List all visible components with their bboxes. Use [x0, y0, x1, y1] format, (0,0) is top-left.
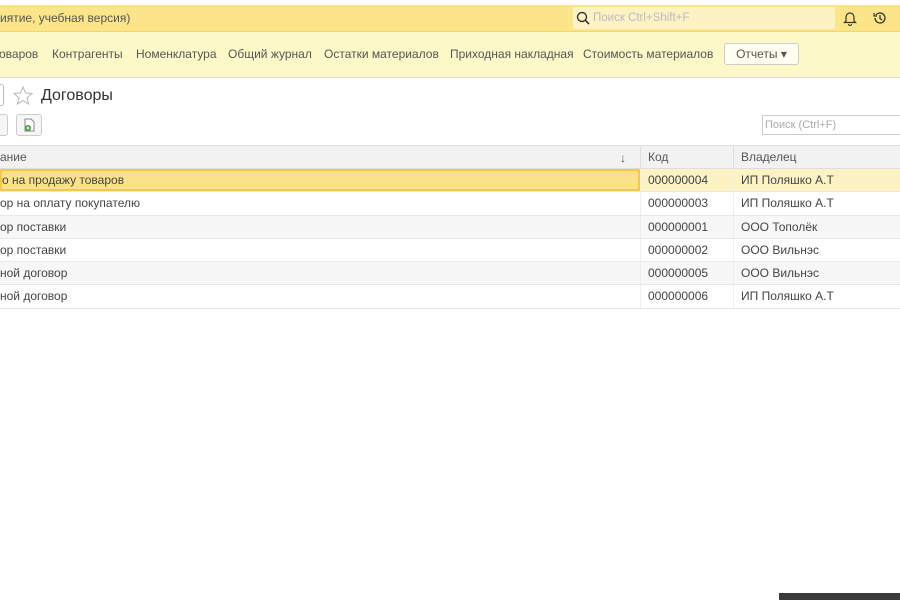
- add-copy-button[interactable]: [16, 114, 42, 136]
- cell-code: 000000002: [640, 238, 733, 262]
- cell-name: ной договор: [0, 266, 68, 281]
- cell-owner: ИП Поляшко А.Т: [733, 169, 900, 192]
- table-row[interactable]: о на продажу товаров 000000004 ИП Поляшк…: [0, 169, 900, 193]
- table-row[interactable]: ор поставки 000000002 ООО Вильнэс: [0, 238, 900, 263]
- global-search-placeholder: Поиск Ctrl+Shift+F: [593, 12, 690, 24]
- cell-code: 000000003: [640, 192, 733, 215]
- cell-code: 000000001: [640, 215, 733, 238]
- nav-item-nomenclature[interactable]: Номенклатура: [136, 47, 217, 61]
- taskbar-fragment: [779, 593, 900, 600]
- table-row[interactable]: ор на оплату покупателю 000000003 ИП Пол…: [0, 192, 900, 216]
- cell-code: 000000006: [640, 285, 733, 308]
- table-row[interactable]: ной договор 000000006 ИП Поляшко А.Т: [0, 285, 900, 309]
- cell-name: ор поставки: [0, 242, 67, 257]
- column-header-code[interactable]: Код: [640, 146, 733, 168]
- nav-item-goods[interactable]: оваров: [0, 47, 38, 61]
- sort-arrow-icon: ↓: [620, 151, 626, 165]
- cell-owner: ИП Поляшко А.Т: [733, 285, 900, 308]
- cell-name: ор поставки: [0, 219, 67, 234]
- table-row[interactable]: ор поставки 000000001 ООО Тополёк: [0, 215, 900, 239]
- table-row[interactable]: ной договор 000000005 ООО Вильнэс: [0, 262, 900, 286]
- cell-owner: ООО Вильнэс: [733, 262, 900, 285]
- reports-button[interactable]: Отчеты ▾: [724, 43, 799, 65]
- table-header: ание ↓ Код Владелец: [0, 145, 900, 169]
- nav-item-general-journal[interactable]: Общий журнал: [228, 47, 312, 61]
- global-search-input[interactable]: Поиск Ctrl+Shift+F: [573, 7, 835, 29]
- favorite-star-icon[interactable]: [12, 85, 34, 107]
- cell-name: о на продажу товаров: [0, 169, 640, 192]
- history-icon[interactable]: [872, 10, 888, 26]
- bell-icon[interactable]: [843, 10, 857, 26]
- cell-name: ной договор: [0, 289, 68, 304]
- section-nav: оваров Контрагенты Номенклатура Общий жу…: [0, 32, 900, 78]
- title-bar: иятие, учебная версия) Поиск Ctrl+Shift+…: [0, 5, 900, 32]
- app-title: иятие, учебная версия): [0, 11, 131, 25]
- column-header-name[interactable]: ание: [0, 146, 640, 168]
- cell-owner: ИП Поляшко А.Т: [733, 192, 900, 215]
- cell-owner: ООО Вильнэс: [733, 238, 900, 262]
- cell-code: 000000004: [640, 169, 733, 192]
- cell-name: ор на оплату покупателю: [0, 196, 140, 211]
- nav-item-material-balances[interactable]: Остатки материалов: [324, 47, 439, 61]
- back-button[interactable]: [0, 84, 4, 106]
- cell-owner: ООО Тополёк: [733, 215, 900, 238]
- page-title: Договоры: [41, 87, 113, 104]
- nav-item-material-cost[interactable]: Стоимость материалов: [583, 47, 713, 61]
- contracts-table: ание ↓ Код Владелец о на продажу товаров…: [0, 145, 900, 309]
- document-add-icon: [24, 118, 35, 132]
- nav-item-counterparties[interactable]: Контрагенты: [52, 47, 123, 61]
- column-label: ание: [0, 150, 27, 164]
- cell-code: 000000005: [640, 262, 733, 285]
- toolbar-button[interactable]: [0, 114, 8, 136]
- list-search-input[interactable]: Поиск (Ctrl+F): [762, 115, 900, 135]
- nav-item-receipt-invoice[interactable]: Приходная накладная: [450, 47, 574, 61]
- search-icon: [576, 11, 590, 25]
- column-header-owner[interactable]: Владелец: [733, 146, 900, 168]
